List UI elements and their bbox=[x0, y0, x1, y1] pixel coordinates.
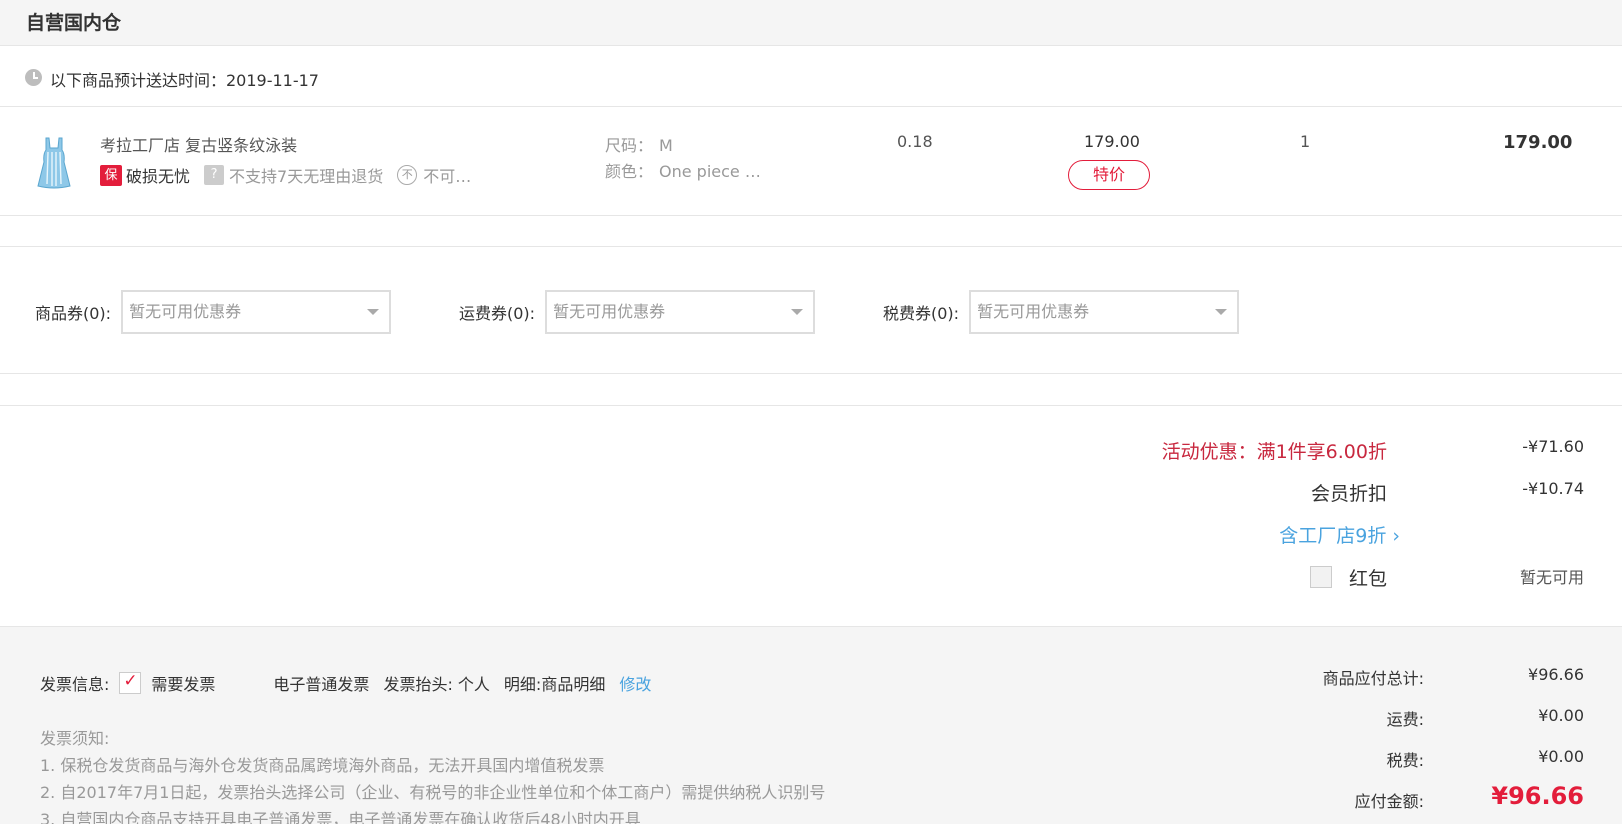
coupon-row: 商品券(0): 暂无可用优惠券 运费券(0): 暂无可用优惠券 税费券(0): … bbox=[0, 248, 1622, 374]
shipping-row: 运费: ¥0.00 bbox=[1184, 706, 1584, 747]
order-footer: 发票信息: 需要发票 电子普通发票 发票抬头: 个人 明细:商品明细 修改 发票… bbox=[0, 626, 1622, 824]
unit-price: 179.00 bbox=[1084, 132, 1140, 151]
shipping-coupon: 运费券(0): 暂无可用优惠券 bbox=[459, 290, 816, 334]
shipping-label: 运费: bbox=[1386, 710, 1424, 729]
member-discount-row: 会员折扣 -¥10.74 bbox=[0, 479, 1622, 509]
invoice-header: 发票抬头: 个人 bbox=[383, 675, 490, 694]
divider bbox=[0, 375, 1622, 406]
notes-title: 发票须知: bbox=[40, 729, 110, 748]
notes-line-3: 3. 自营国内仓商品支持开具电子普通发票，电子普通发票在确认收货后48小时内开具 bbox=[40, 810, 641, 824]
delivery-row: 以下商品预计送达时间：2019-11-17 bbox=[0, 47, 1622, 107]
color-label: 颜色： bbox=[605, 162, 654, 181]
section-title: 自营国内仓 bbox=[26, 12, 122, 34]
service-badges: 保 破损无忧 ? 不支持7天无理由退货 不 不可… bbox=[100, 163, 471, 187]
invoice-label: 发票信息: bbox=[40, 675, 110, 694]
redpacket-row: 红包 暂无可用 bbox=[0, 564, 1622, 594]
chevron-down-icon bbox=[367, 309, 380, 315]
shipping-value: ¥0.00 bbox=[1538, 706, 1584, 725]
tax-coupon-select[interactable]: 暂无可用优惠券 bbox=[969, 290, 1240, 334]
chevron-down-icon bbox=[791, 309, 804, 315]
tax-label: 税费: bbox=[1386, 751, 1424, 770]
goods-total-value: ¥96.66 bbox=[1528, 665, 1584, 684]
invoice-detail: 明细:商品明细 bbox=[503, 675, 606, 694]
product-name[interactable]: 考拉工厂店 复古竖条纹泳装 bbox=[100, 132, 297, 156]
goods-total-label: 商品应付总计: bbox=[1322, 669, 1424, 688]
shipping-coupon-value: 暂无可用优惠券 bbox=[553, 302, 666, 321]
notes-line-2: 2. 自2017年7月1日起，发票抬头选择公司（企业、有税号的非企业性单位和个体… bbox=[40, 783, 826, 802]
goods-coupon-select[interactable]: 暂无可用优惠券 bbox=[121, 290, 392, 334]
activity-discount-row: 活动优惠：满1件享6.00折 -¥71.60 bbox=[0, 437, 1622, 467]
goods-coupon-value: 暂无可用优惠券 bbox=[129, 302, 242, 321]
invoice-edit-link[interactable]: 修改 bbox=[619, 671, 651, 695]
grand-total-label: 应付金额: bbox=[1354, 792, 1424, 811]
discounts-panel: 活动优惠：满1件享6.00折 -¥71.60 会员折扣 -¥10.74 含工厂店… bbox=[0, 407, 1622, 627]
question-icon: ? bbox=[204, 165, 225, 185]
grand-total-value: ¥96.66 bbox=[1491, 782, 1584, 810]
goods-coupon-label: 商品券(0): bbox=[35, 304, 112, 323]
clock-icon bbox=[25, 69, 42, 86]
invoice-notes: 发票须知: 1. 保税仓发货商品与海外仓发货商品属跨境海外商品，无法开具国内增值… bbox=[40, 725, 825, 824]
shipping-coupon-select[interactable]: 暂无可用优惠券 bbox=[545, 290, 816, 334]
service-other[interactable]: 不可… bbox=[423, 163, 471, 187]
invoice-row: 发票信息: 需要发票 电子普通发票 发票抬头: 个人 明细:商品明细 修改 bbox=[40, 671, 651, 695]
need-invoice-text: 需要发票 bbox=[151, 675, 216, 694]
product-thumbnail[interactable] bbox=[34, 136, 74, 190]
goods-coupon: 商品券(0): 暂无可用优惠券 bbox=[35, 290, 392, 334]
tax-coupon: 税费券(0): 暂无可用优惠券 bbox=[883, 290, 1240, 334]
totals-panel: 商品应付总计: ¥96.66 运费: ¥0.00 税费: ¥0.00 应付金额:… bbox=[1184, 665, 1584, 824]
section-header: 自营国内仓 bbox=[0, 0, 1622, 46]
factory-discount-link[interactable]: 含工厂店9折 › bbox=[1279, 521, 1400, 548]
tax-coupon-value: 暂无可用优惠券 bbox=[977, 302, 1090, 321]
attr-size: 尺码： M bbox=[605, 132, 673, 156]
quantity: 1 bbox=[1300, 132, 1311, 151]
redpacket-checkbox[interactable] bbox=[1310, 566, 1332, 588]
notes-line-1: 1. 保税仓发货商品与海外仓发货商品属跨境海外商品，无法开具国内增值税发票 bbox=[40, 756, 605, 775]
tax-value: ¥0.00 bbox=[1538, 747, 1584, 766]
chevron-down-icon bbox=[1215, 309, 1228, 315]
attr-color: 颜色： One piece … bbox=[605, 158, 761, 182]
item-subtotal: 179.00 bbox=[1503, 132, 1573, 153]
redpacket-label: 红包 bbox=[1348, 568, 1387, 590]
size-label: 尺码： bbox=[605, 136, 654, 155]
product-row: 考拉工厂店 复古竖条纹泳装 保 破损无忧 ? 不支持7天无理由退货 不 不可… … bbox=[0, 108, 1622, 216]
service-no-return[interactable]: 不支持7天无理由退货 bbox=[229, 163, 383, 187]
shipping-coupon-label: 运费券(0): bbox=[459, 304, 536, 323]
special-price-tag: 特价 bbox=[1068, 160, 1150, 190]
member-discount-value: -¥10.74 bbox=[1522, 479, 1584, 498]
activity-discount-value: -¥71.60 bbox=[1522, 437, 1584, 456]
color-value: One piece … bbox=[659, 162, 761, 181]
size-value: M bbox=[659, 136, 673, 155]
protection-icon: 保 bbox=[100, 164, 122, 186]
delivery-text: 以下商品预计送达时间：2019-11-17 bbox=[50, 71, 319, 90]
tax-coupon-label: 税费券(0): bbox=[883, 304, 960, 323]
service-damage-free[interactable]: 破损无忧 bbox=[126, 163, 190, 187]
goods-total-row: 商品应付总计: ¥96.66 bbox=[1184, 665, 1584, 706]
member-discount-label: 会员折扣 bbox=[1310, 483, 1387, 505]
factory-discount-row: 含工厂店9折 › bbox=[0, 521, 1622, 551]
redpacket-value: 暂无可用 bbox=[1519, 568, 1584, 587]
product-weight: 0.18 bbox=[897, 132, 933, 151]
invoice-type: 电子普通发票 bbox=[273, 675, 370, 694]
invoice-checkbox[interactable] bbox=[119, 671, 142, 694]
activity-discount-label: 活动优惠：满1件享6.00折 bbox=[1161, 441, 1387, 463]
no-icon: 不 bbox=[397, 165, 418, 185]
grand-total-row: 应付金额: ¥96.66 bbox=[1184, 782, 1584, 824]
divider bbox=[0, 217, 1622, 247]
